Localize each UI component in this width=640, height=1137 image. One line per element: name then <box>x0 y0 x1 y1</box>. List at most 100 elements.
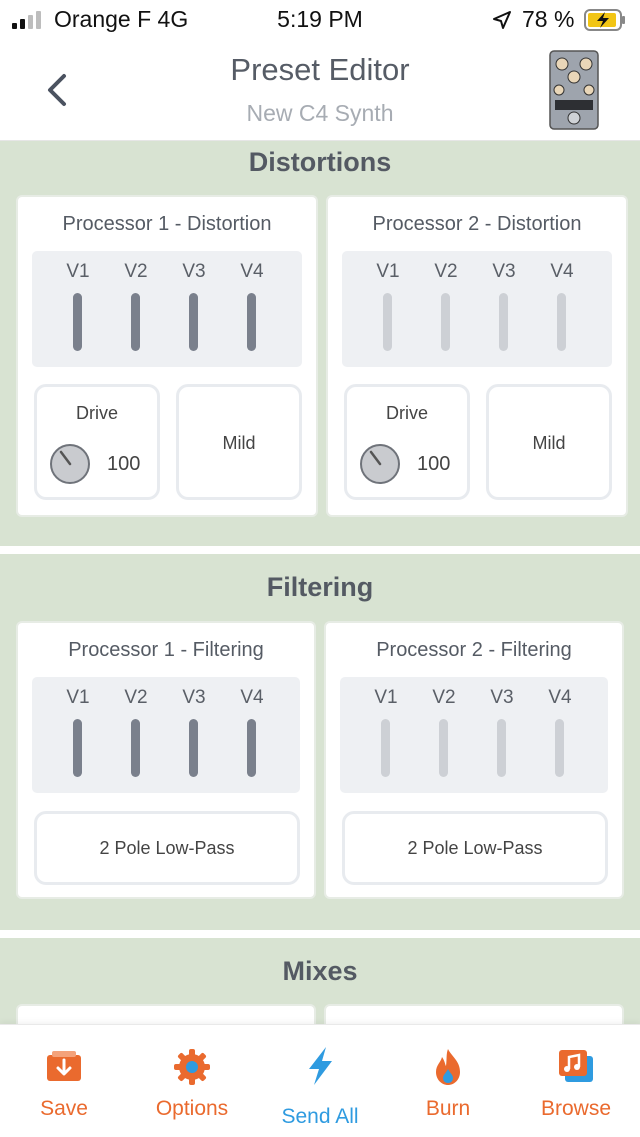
voice-toggle[interactable] <box>381 719 390 777</box>
burn-button[interactable]: Burn <box>384 1025 512 1137</box>
voice-toggle[interactable] <box>499 293 508 351</box>
voice-label: V3 <box>492 261 516 282</box>
voice-v3[interactable]: V3 <box>484 251 524 367</box>
voice-v2[interactable]: V2 <box>116 251 156 367</box>
voice-label: V4 <box>240 687 264 708</box>
distortion-processor-1-card: Processor 1 - Distortion V1 V2 V3 V4 Dri… <box>16 195 318 517</box>
processor-title: Processor 1 - Filtering <box>68 639 264 661</box>
processor-title: Processor 2 - Distortion <box>372 213 582 235</box>
voice-toggle[interactable] <box>555 719 564 777</box>
status-bar: Orange F 4G 5:19 PM 78 % <box>0 0 640 40</box>
section-divider <box>0 930 640 938</box>
voice-label: V4 <box>550 261 574 282</box>
battery-percentage: 78 % <box>522 6 575 32</box>
voice-selector: V1 V2 V3 V4 <box>340 677 608 793</box>
send-all-label: Send All <box>281 1105 359 1128</box>
voice-v1[interactable]: V1 <box>58 677 98 793</box>
voice-label: V3 <box>182 687 206 708</box>
lightning-bolt-icon <box>309 1047 332 1085</box>
processor-title: Processor 2 - Filtering <box>376 639 572 661</box>
voice-label: V1 <box>374 687 398 708</box>
pedal-thumbnail-icon[interactable] <box>549 50 599 130</box>
voice-toggle[interactable] <box>131 719 140 777</box>
voice-v3[interactable]: V3 <box>174 677 214 793</box>
voice-v4[interactable]: V4 <box>540 677 580 793</box>
mixes-section: Mixes <box>0 938 640 1044</box>
distortion-mode-label: Mild <box>532 433 566 453</box>
save-label: Save <box>40 1097 88 1120</box>
voice-toggle[interactable] <box>189 293 198 351</box>
send-all-button[interactable]: Send All <box>256 1025 384 1137</box>
voice-toggle[interactable] <box>247 719 256 777</box>
filter-type-label: 2 Pole Low-Pass <box>99 838 235 858</box>
voice-selector: V1 V2 V3 V4 <box>342 251 612 367</box>
voice-toggle[interactable] <box>383 293 392 351</box>
options-button[interactable]: Options <box>128 1025 256 1137</box>
filter-type-button[interactable]: 2 Pole Low-Pass <box>34 811 300 885</box>
music-library-icon <box>559 1050 593 1082</box>
voice-toggle[interactable] <box>497 719 506 777</box>
voice-toggle[interactable] <box>189 719 198 777</box>
voice-selector: V1 V2 V3 V4 <box>32 677 300 793</box>
burn-label: Burn <box>425 1097 471 1120</box>
preset-name: New C4 Synth <box>246 100 394 126</box>
processor-title: Processor 1 - Distortion <box>62 213 272 235</box>
save-button[interactable]: Save <box>0 1025 128 1137</box>
voice-label: V4 <box>240 261 264 282</box>
voice-toggle[interactable] <box>73 719 82 777</box>
save-download-icon <box>47 1051 81 1081</box>
voice-label: V1 <box>66 687 90 708</box>
voice-label: V1 <box>66 261 90 282</box>
flame-icon <box>436 1049 460 1085</box>
voice-selector: V1 V2 V3 V4 <box>32 251 302 367</box>
bottom-tab-bar: Save Options Send All Burn Browse <box>0 1024 640 1137</box>
voice-label: V3 <box>182 261 206 282</box>
browse-button[interactable]: Browse <box>512 1025 640 1137</box>
options-label: Options <box>155 1097 229 1120</box>
voice-v4[interactable]: V4 <box>232 251 272 367</box>
voice-label: V3 <box>490 687 514 708</box>
distortion-mode-button[interactable]: Mild <box>176 384 302 500</box>
filter-type-label: 2 Pole Low-Pass <box>407 838 543 858</box>
drive-control[interactable]: Drive 100 <box>34 384 160 500</box>
voice-toggle[interactable] <box>439 719 448 777</box>
voice-v3[interactable]: V3 <box>174 251 214 367</box>
voice-v1[interactable]: V1 <box>58 251 98 367</box>
voice-toggle[interactable] <box>131 293 140 351</box>
filter-type-button[interactable]: 2 Pole Low-Pass <box>342 811 608 885</box>
section-title-distortions: Distortions <box>248 147 392 177</box>
voice-toggle[interactable] <box>441 293 450 351</box>
voice-v3[interactable]: V3 <box>482 677 522 793</box>
battery-charging-icon <box>584 9 625 31</box>
distortion-mode-button[interactable]: Mild <box>486 384 612 500</box>
section-divider <box>0 546 640 554</box>
voice-v2[interactable]: V2 <box>424 677 464 793</box>
drive-label: Drive <box>385 403 428 423</box>
voice-label: V4 <box>548 687 572 708</box>
distortion-mode-label: Mild <box>222 433 256 453</box>
section-title-filtering: Filtering <box>266 572 374 602</box>
voice-v4[interactable]: V4 <box>232 677 272 793</box>
page-title: Preset Editor <box>230 52 410 87</box>
voice-v4[interactable]: V4 <box>542 251 582 367</box>
voice-label: V2 <box>124 687 148 708</box>
distortion-processor-2-card: Processor 2 - Distortion V1 V2 V3 V4 Dri… <box>326 195 628 517</box>
drive-control[interactable]: Drive 100 <box>344 384 470 500</box>
drive-knob-icon[interactable] <box>359 443 401 485</box>
voice-label: V2 <box>434 261 458 282</box>
voice-label: V2 <box>124 261 148 282</box>
drive-value: 100 <box>107 453 141 475</box>
voice-toggle[interactable] <box>557 293 566 351</box>
voice-v1[interactable]: V1 <box>366 677 406 793</box>
nav-header: Preset Editor New C4 Synth <box>0 40 640 141</box>
drive-knob-icon[interactable] <box>49 443 91 485</box>
drive-value: 100 <box>417 453 451 475</box>
voice-toggle[interactable] <box>73 293 82 351</box>
location-arrow-icon <box>493 11 511 29</box>
voice-label: V1 <box>376 261 400 282</box>
voice-v2[interactable]: V2 <box>116 677 156 793</box>
voice-toggle[interactable] <box>247 293 256 351</box>
voice-v1[interactable]: V1 <box>368 251 408 367</box>
voice-v2[interactable]: V2 <box>426 251 466 367</box>
drive-label: Drive <box>75 403 118 423</box>
